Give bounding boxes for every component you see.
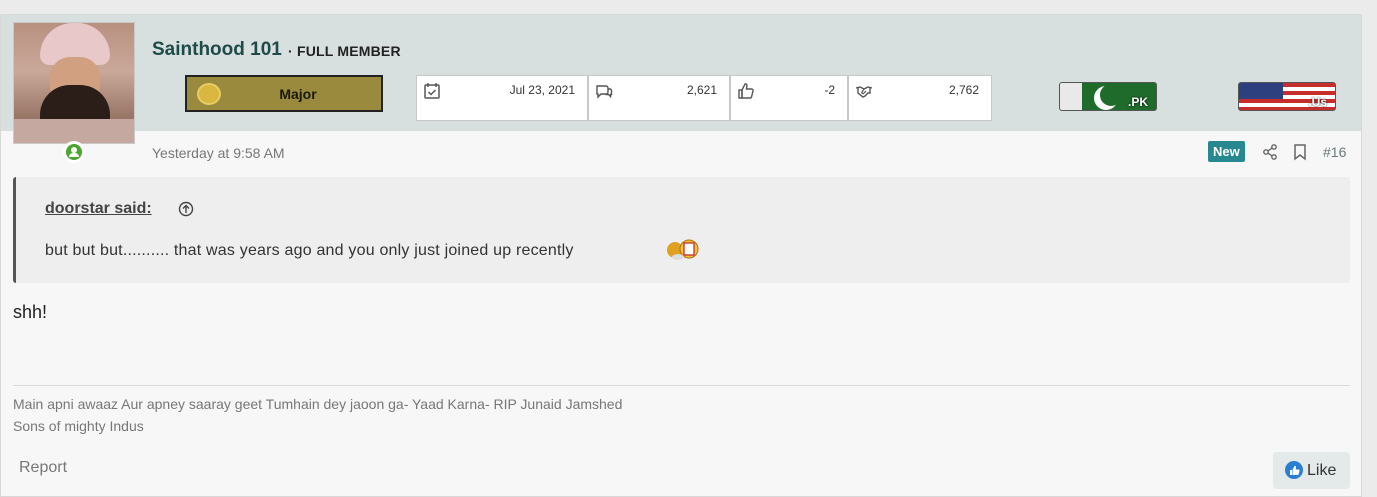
rank-label: Major	[279, 86, 317, 102]
signature-divider	[13, 385, 1350, 386]
username-link[interactable]: Sainthood 101	[152, 39, 282, 61]
emoji-smiley-icon	[667, 239, 699, 260]
post-header: Sainthood 101 · FULL MEMBER Major Jul 23…	[1, 15, 1361, 163]
forum-post: Sainthood 101 · FULL MEMBER Major Jul 23…	[0, 14, 1362, 497]
post-timestamp[interactable]: Yesterday at 9:58 AM	[152, 145, 285, 161]
handshake-icon	[855, 86, 873, 98]
post-body: shh!	[13, 302, 48, 322]
report-link[interactable]: Report	[19, 459, 67, 477]
quote-block: doorstar said: but but but.......... tha…	[13, 177, 1350, 283]
messages-icon	[596, 85, 613, 99]
signature-line-1: Main apni awaaz Aur apney saaray geet Tu…	[13, 396, 623, 412]
joined-date-stat: Jul 23, 2021	[416, 75, 588, 121]
signature-line-2: Sons of mighty Indus	[13, 418, 144, 434]
bookmark-icon[interactable]	[1291, 143, 1309, 161]
share-icon[interactable]	[1261, 143, 1279, 161]
reaction-score-stat: -2	[730, 75, 848, 121]
flag-label-pk: .PK	[1127, 95, 1148, 109]
new-badge: New	[1208, 141, 1245, 162]
user-online-icon	[63, 141, 85, 163]
rank-badge: Major	[185, 75, 383, 112]
quote-text: but but but.......... that was years ago…	[45, 242, 574, 259]
flag-label-us: .Us	[1308, 95, 1327, 109]
user-title: · FULL MEMBER	[288, 43, 401, 59]
like-label: Like	[1307, 462, 1337, 479]
pakistan-flag: .PK	[1059, 82, 1157, 111]
trophy-points-stat: 2,762	[848, 75, 992, 121]
messages-stat: 2,621	[588, 75, 730, 121]
calendar-check-icon	[424, 83, 440, 99]
quote-author-link[interactable]: doorstar said:	[45, 200, 152, 218]
circle-arrow-up-icon[interactable]	[178, 201, 194, 217]
usa-flag: .Us	[1238, 82, 1336, 111]
user-avatar[interactable]	[13, 22, 135, 144]
post-number-link[interactable]: #16	[1323, 144, 1346, 160]
thumbs-up-icon	[738, 83, 754, 99]
like-button[interactable]: Like	[1273, 452, 1350, 489]
like-thumbs-up-icon	[1285, 461, 1303, 479]
